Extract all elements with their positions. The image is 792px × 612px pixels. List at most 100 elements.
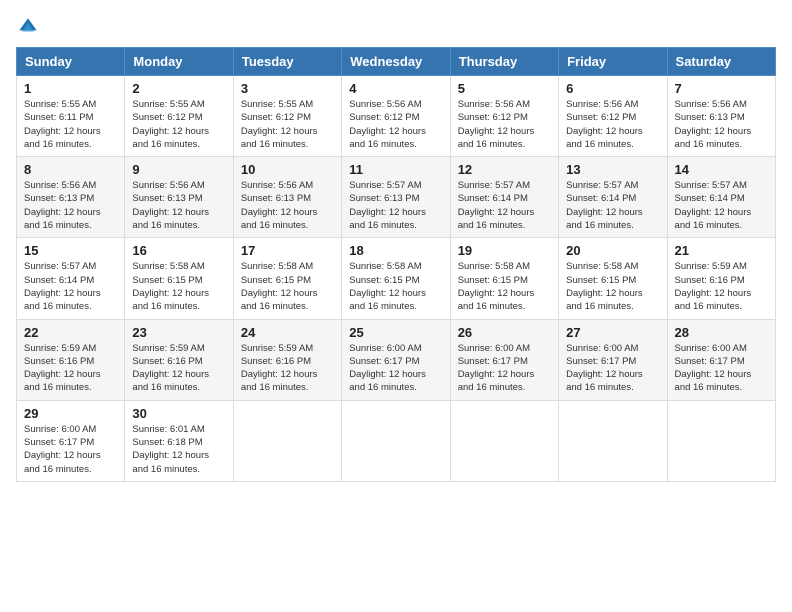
day-info: Sunrise: 5:56 AM Sunset: 6:12 PM Dayligh…	[458, 98, 551, 151]
calendar-header-monday: Monday	[125, 48, 233, 76]
day-number: 2	[132, 81, 225, 96]
day-number: 29	[24, 406, 117, 421]
calendar-week-4: 22 Sunrise: 5:59 AM Sunset: 6:16 PM Dayl…	[17, 319, 776, 400]
day-number: 27	[566, 325, 659, 340]
day-info: Sunrise: 5:57 AM Sunset: 6:14 PM Dayligh…	[24, 260, 117, 313]
day-info: Sunrise: 5:58 AM Sunset: 6:15 PM Dayligh…	[566, 260, 659, 313]
day-number: 14	[675, 162, 768, 177]
day-number: 11	[349, 162, 442, 177]
calendar-cell: 21 Sunrise: 5:59 AM Sunset: 6:16 PM Dayl…	[667, 238, 775, 319]
day-number: 24	[241, 325, 334, 340]
day-info: Sunrise: 5:57 AM Sunset: 6:14 PM Dayligh…	[458, 179, 551, 232]
calendar-cell: 24 Sunrise: 5:59 AM Sunset: 6:16 PM Dayl…	[233, 319, 341, 400]
calendar-cell: 23 Sunrise: 5:59 AM Sunset: 6:16 PM Dayl…	[125, 319, 233, 400]
calendar-cell	[559, 400, 667, 481]
day-number: 9	[132, 162, 225, 177]
calendar-cell: 3 Sunrise: 5:55 AM Sunset: 6:12 PM Dayli…	[233, 76, 341, 157]
calendar-cell: 22 Sunrise: 5:59 AM Sunset: 6:16 PM Dayl…	[17, 319, 125, 400]
day-number: 26	[458, 325, 551, 340]
calendar-cell: 8 Sunrise: 5:56 AM Sunset: 6:13 PM Dayli…	[17, 157, 125, 238]
day-info: Sunrise: 5:59 AM Sunset: 6:16 PM Dayligh…	[241, 342, 334, 395]
day-info: Sunrise: 5:58 AM Sunset: 6:15 PM Dayligh…	[241, 260, 334, 313]
day-info: Sunrise: 5:58 AM Sunset: 6:15 PM Dayligh…	[132, 260, 225, 313]
calendar-cell: 20 Sunrise: 5:58 AM Sunset: 6:15 PM Dayl…	[559, 238, 667, 319]
calendar-cell: 13 Sunrise: 5:57 AM Sunset: 6:14 PM Dayl…	[559, 157, 667, 238]
day-info: Sunrise: 5:59 AM Sunset: 6:16 PM Dayligh…	[24, 342, 117, 395]
day-number: 28	[675, 325, 768, 340]
calendar-cell: 15 Sunrise: 5:57 AM Sunset: 6:14 PM Dayl…	[17, 238, 125, 319]
day-info: Sunrise: 5:56 AM Sunset: 6:13 PM Dayligh…	[241, 179, 334, 232]
day-info: Sunrise: 6:01 AM Sunset: 6:18 PM Dayligh…	[132, 423, 225, 476]
day-number: 3	[241, 81, 334, 96]
day-info: Sunrise: 5:55 AM Sunset: 6:12 PM Dayligh…	[241, 98, 334, 151]
day-info: Sunrise: 5:57 AM Sunset: 6:14 PM Dayligh…	[675, 179, 768, 232]
calendar-cell: 2 Sunrise: 5:55 AM Sunset: 6:12 PM Dayli…	[125, 76, 233, 157]
calendar-header-wednesday: Wednesday	[342, 48, 450, 76]
calendar-cell	[667, 400, 775, 481]
day-info: Sunrise: 6:00 AM Sunset: 6:17 PM Dayligh…	[675, 342, 768, 395]
day-number: 8	[24, 162, 117, 177]
calendar-cell: 4 Sunrise: 5:56 AM Sunset: 6:12 PM Dayli…	[342, 76, 450, 157]
calendar-cell: 25 Sunrise: 6:00 AM Sunset: 6:17 PM Dayl…	[342, 319, 450, 400]
calendar-cell: 30 Sunrise: 6:01 AM Sunset: 6:18 PM Dayl…	[125, 400, 233, 481]
calendar-cell: 19 Sunrise: 5:58 AM Sunset: 6:15 PM Dayl…	[450, 238, 558, 319]
calendar-cell: 28 Sunrise: 6:00 AM Sunset: 6:17 PM Dayl…	[667, 319, 775, 400]
calendar-cell: 11 Sunrise: 5:57 AM Sunset: 6:13 PM Dayl…	[342, 157, 450, 238]
day-info: Sunrise: 5:57 AM Sunset: 6:14 PM Dayligh…	[566, 179, 659, 232]
day-info: Sunrise: 6:00 AM Sunset: 6:17 PM Dayligh…	[458, 342, 551, 395]
calendar-cell: 16 Sunrise: 5:58 AM Sunset: 6:15 PM Dayl…	[125, 238, 233, 319]
day-number: 21	[675, 243, 768, 258]
calendar-cell: 14 Sunrise: 5:57 AM Sunset: 6:14 PM Dayl…	[667, 157, 775, 238]
calendar-cell: 18 Sunrise: 5:58 AM Sunset: 6:15 PM Dayl…	[342, 238, 450, 319]
day-info: Sunrise: 5:56 AM Sunset: 6:12 PM Dayligh…	[566, 98, 659, 151]
day-number: 20	[566, 243, 659, 258]
day-info: Sunrise: 5:56 AM Sunset: 6:13 PM Dayligh…	[24, 179, 117, 232]
day-number: 30	[132, 406, 225, 421]
calendar-cell: 12 Sunrise: 5:57 AM Sunset: 6:14 PM Dayl…	[450, 157, 558, 238]
calendar-table: SundayMondayTuesdayWednesdayThursdayFrid…	[16, 47, 776, 482]
logo-icon	[18, 17, 38, 37]
day-number: 23	[132, 325, 225, 340]
calendar-cell: 6 Sunrise: 5:56 AM Sunset: 6:12 PM Dayli…	[559, 76, 667, 157]
calendar-header-friday: Friday	[559, 48, 667, 76]
calendar-cell: 10 Sunrise: 5:56 AM Sunset: 6:13 PM Dayl…	[233, 157, 341, 238]
calendar-header-row: SundayMondayTuesdayWednesdayThursdayFrid…	[17, 48, 776, 76]
calendar-cell: 26 Sunrise: 6:00 AM Sunset: 6:17 PM Dayl…	[450, 319, 558, 400]
day-number: 15	[24, 243, 117, 258]
day-number: 10	[241, 162, 334, 177]
calendar-week-1: 1 Sunrise: 5:55 AM Sunset: 6:11 PM Dayli…	[17, 76, 776, 157]
day-info: Sunrise: 5:57 AM Sunset: 6:13 PM Dayligh…	[349, 179, 442, 232]
day-info: Sunrise: 5:58 AM Sunset: 6:15 PM Dayligh…	[349, 260, 442, 313]
day-number: 18	[349, 243, 442, 258]
calendar-header-thursday: Thursday	[450, 48, 558, 76]
calendar-cell	[342, 400, 450, 481]
day-info: Sunrise: 5:58 AM Sunset: 6:15 PM Dayligh…	[458, 260, 551, 313]
calendar-cell: 29 Sunrise: 6:00 AM Sunset: 6:17 PM Dayl…	[17, 400, 125, 481]
day-info: Sunrise: 5:56 AM Sunset: 6:13 PM Dayligh…	[132, 179, 225, 232]
calendar-cell	[450, 400, 558, 481]
calendar-header-saturday: Saturday	[667, 48, 775, 76]
day-info: Sunrise: 5:59 AM Sunset: 6:16 PM Dayligh…	[132, 342, 225, 395]
calendar-header-sunday: Sunday	[17, 48, 125, 76]
calendar-cell: 5 Sunrise: 5:56 AM Sunset: 6:12 PM Dayli…	[450, 76, 558, 157]
day-info: Sunrise: 5:59 AM Sunset: 6:16 PM Dayligh…	[675, 260, 768, 313]
day-number: 25	[349, 325, 442, 340]
day-info: Sunrise: 5:56 AM Sunset: 6:13 PM Dayligh…	[675, 98, 768, 151]
day-number: 12	[458, 162, 551, 177]
logo	[16, 16, 38, 37]
calendar-cell: 17 Sunrise: 5:58 AM Sunset: 6:15 PM Dayl…	[233, 238, 341, 319]
calendar-week-2: 8 Sunrise: 5:56 AM Sunset: 6:13 PM Dayli…	[17, 157, 776, 238]
calendar-header-tuesday: Tuesday	[233, 48, 341, 76]
day-number: 7	[675, 81, 768, 96]
calendar-week-5: 29 Sunrise: 6:00 AM Sunset: 6:17 PM Dayl…	[17, 400, 776, 481]
day-number: 17	[241, 243, 334, 258]
day-info: Sunrise: 5:55 AM Sunset: 6:12 PM Dayligh…	[132, 98, 225, 151]
calendar-cell	[233, 400, 341, 481]
day-number: 1	[24, 81, 117, 96]
day-number: 5	[458, 81, 551, 96]
calendar-cell: 7 Sunrise: 5:56 AM Sunset: 6:13 PM Dayli…	[667, 76, 775, 157]
day-number: 6	[566, 81, 659, 96]
day-info: Sunrise: 6:00 AM Sunset: 6:17 PM Dayligh…	[24, 423, 117, 476]
day-info: Sunrise: 5:56 AM Sunset: 6:12 PM Dayligh…	[349, 98, 442, 151]
day-number: 19	[458, 243, 551, 258]
